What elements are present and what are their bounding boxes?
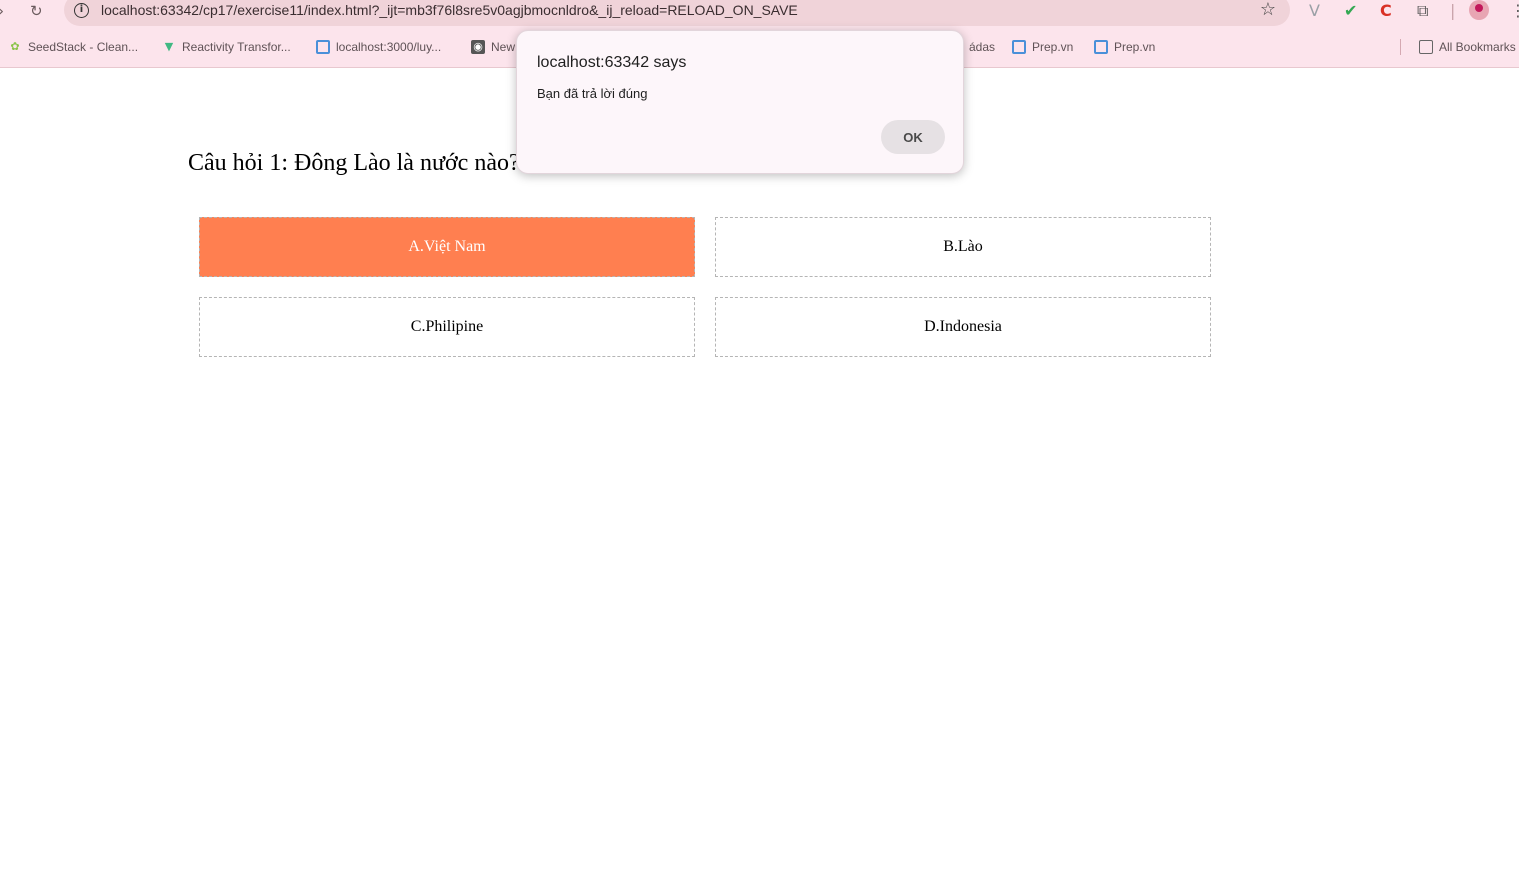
dialog-title: localhost:63342 says <box>537 54 687 71</box>
bookmark-star-icon[interactable]: ☆ <box>1260 0 1276 20</box>
extensions-puzzle-icon[interactable]: ⧉ <box>1417 1 1428 21</box>
seed-icon: ✿ <box>10 40 20 53</box>
vue-icon: ▼ <box>164 40 174 53</box>
prep-icon <box>1094 40 1108 54</box>
profile-avatar-icon[interactable] <box>1469 0 1489 20</box>
address-bar[interactable]: i localhost:63342/cp17/exercise11/index.… <box>64 0 1290 26</box>
globe-icon: ◉ <box>471 40 485 54</box>
bookmark-item[interactable]: ▼ Reactivity Transfor... <box>162 40 291 54</box>
bookmarks-divider <box>1400 39 1401 55</box>
url-text[interactable]: localhost:63342/cp17/exercise11/index.ht… <box>101 2 798 18</box>
answer-option-a[interactable]: A.Việt Nam <box>199 217 695 277</box>
bookmark-item[interactable]: Prep.vn <box>1094 40 1155 54</box>
reload-icon[interactable]: ↻ <box>30 2 43 20</box>
alert-dialog: localhost:63342 says Bạn đã trả lời đúng… <box>516 30 964 174</box>
answer-option-c[interactable]: C.Philipine <box>199 297 695 357</box>
bookmark-item[interactable]: ◉ New <box>471 40 515 54</box>
bookmark-item[interactable]: ádas <box>969 40 995 54</box>
bookmark-label: ádas <box>969 40 996 54</box>
extension-c-icon[interactable]: C <box>1380 1 1392 20</box>
bookmark-item[interactable]: Prep.vn <box>1012 40 1073 54</box>
question-text: Câu hỏi 1: Đông Lào là nước nào? <box>188 150 520 176</box>
answer-option-d[interactable]: D.Indonesia <box>715 297 1211 357</box>
browser-menu-icon[interactable]: ⋮ <box>1510 1 1519 20</box>
site-info-icon[interactable]: i <box>74 3 89 18</box>
bookmark-label: SeedStack - Clean... <box>28 40 139 54</box>
bookmark-label: Prep.vn <box>1032 40 1074 54</box>
bookmark-item[interactable]: ✿ SeedStack - Clean... <box>8 40 138 54</box>
toolbar-divider: | <box>1450 1 1456 20</box>
all-bookmarks-label: All Bookmarks <box>1439 40 1516 54</box>
extension-leaf-icon[interactable]: ✔ <box>1344 1 1357 20</box>
bookmark-label: Prep.vn <box>1114 40 1156 54</box>
prep-icon <box>1012 40 1026 54</box>
bookmark-item[interactable]: localhost:3000/luy... <box>316 40 441 54</box>
folder-icon <box>1419 40 1433 54</box>
bookmark-label: Reactivity Transfor... <box>182 40 291 54</box>
prep-icon <box>316 40 330 54</box>
answer-option-b[interactable]: B.Lào <box>715 217 1211 277</box>
bookmark-label: New <box>491 40 516 54</box>
all-bookmarks-button[interactable]: All Bookmarks <box>1419 40 1516 54</box>
bookmark-label: localhost:3000/luy... <box>336 40 442 54</box>
ok-button[interactable]: OK <box>881 120 945 154</box>
forward-icon[interactable]: › <box>0 2 4 20</box>
vue-devtools-icon[interactable]: V <box>1309 1 1320 20</box>
dialog-message: Bạn đã trả lời đúng <box>537 86 648 101</box>
